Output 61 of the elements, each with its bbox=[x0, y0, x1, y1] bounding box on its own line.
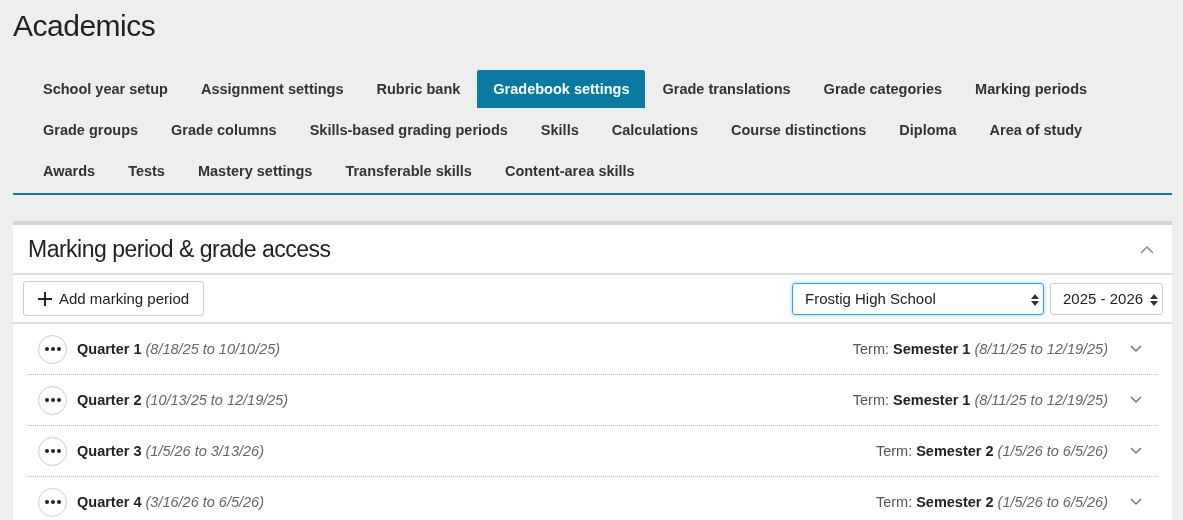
term-label: Term: bbox=[852, 341, 890, 357]
settings-tab[interactable]: Awards bbox=[27, 152, 112, 190]
more-options-button[interactable] bbox=[38, 334, 67, 364]
more-options-button[interactable] bbox=[38, 436, 67, 466]
period-dates: (8/18/25 to 10/10/25) bbox=[145, 341, 281, 357]
period-name: Quarter 1 bbox=[77, 341, 142, 357]
term-label: Term: bbox=[875, 443, 913, 459]
term-dates: (1/5/26 to 6/5/26) bbox=[997, 494, 1108, 510]
term-name: Semester 1 bbox=[893, 392, 971, 408]
expand-chevron-icon[interactable] bbox=[1130, 396, 1142, 404]
add-marking-period-button[interactable]: Add marking period bbox=[23, 281, 205, 316]
settings-tab[interactable]: Grade categories bbox=[807, 70, 959, 108]
term-name: Semester 2 bbox=[916, 443, 994, 459]
settings-tab[interactable]: Tests bbox=[112, 152, 181, 190]
settings-tab[interactable]: Skills-based grading periods bbox=[293, 111, 524, 149]
plus-icon bbox=[38, 291, 52, 306]
settings-tab[interactable]: Rubric bank bbox=[360, 70, 477, 108]
settings-tab[interactable]: Area of study bbox=[973, 111, 1099, 149]
term-name: Semester 1 bbox=[893, 341, 971, 357]
ellipsis-icon bbox=[44, 398, 61, 402]
up-down-arrows-icon bbox=[1150, 293, 1158, 306]
settings-tab[interactable]: Gradebook settings bbox=[477, 70, 646, 108]
settings-tab[interactable]: Grade groups bbox=[27, 111, 155, 149]
settings-tab[interactable]: Transferable skills bbox=[329, 152, 488, 190]
term-label: Term: bbox=[875, 494, 913, 510]
term-name: Semester 2 bbox=[916, 494, 994, 510]
period-name: Quarter 4 bbox=[77, 494, 142, 510]
settings-tab[interactable]: Assignment settings bbox=[184, 70, 360, 108]
year-select[interactable]: 2025 - 2026 bbox=[1050, 282, 1163, 315]
settings-tab[interactable]: Diploma bbox=[883, 111, 973, 149]
panel-title: Marking period & grade access bbox=[28, 235, 331, 263]
term-label: Term: bbox=[852, 392, 890, 408]
expand-chevron-icon[interactable] bbox=[1130, 447, 1142, 455]
period-name: Quarter 2 bbox=[77, 392, 142, 408]
settings-tab[interactable]: Skills bbox=[524, 111, 595, 149]
collapse-chevron-icon[interactable] bbox=[1140, 244, 1154, 254]
term-dates: (8/11/25 to 12/19/25) bbox=[974, 341, 1108, 357]
period-name: Quarter 3 bbox=[77, 443, 142, 459]
settings-tab[interactable]: Marking periods bbox=[959, 70, 1104, 108]
expand-chevron-icon[interactable] bbox=[1130, 345, 1142, 353]
ellipsis-icon bbox=[44, 347, 61, 351]
ellipsis-icon bbox=[44, 449, 61, 453]
settings-tab[interactable]: Grade columns bbox=[155, 111, 293, 149]
term-dates: (1/5/26 to 6/5/26) bbox=[997, 443, 1108, 459]
more-options-button[interactable] bbox=[38, 385, 67, 415]
period-dates: (10/13/25 to 12/19/25) bbox=[145, 392, 289, 408]
expand-chevron-icon[interactable] bbox=[1130, 498, 1142, 506]
up-down-arrows-icon bbox=[1031, 293, 1039, 306]
settings-tab[interactable]: Content-area skills bbox=[488, 152, 651, 190]
more-options-button[interactable] bbox=[38, 487, 67, 517]
period-dates: (1/5/26 to 3/13/26) bbox=[145, 443, 264, 459]
school-select[interactable]: Frostig High School bbox=[792, 282, 1044, 315]
ellipsis-icon bbox=[44, 500, 61, 504]
settings-tab[interactable]: Grade translations bbox=[646, 70, 807, 108]
page-title: Academics bbox=[13, 8, 157, 44]
term-dates: (8/11/25 to 12/19/25) bbox=[974, 392, 1108, 408]
settings-tab[interactable]: Calculations bbox=[595, 111, 714, 149]
settings-tab[interactable]: Course distinctions bbox=[714, 111, 883, 149]
settings-tab[interactable]: Mastery settings bbox=[181, 152, 329, 190]
settings-tab[interactable]: School year setup bbox=[27, 70, 184, 108]
period-dates: (3/16/26 to 6/5/26) bbox=[145, 494, 264, 510]
